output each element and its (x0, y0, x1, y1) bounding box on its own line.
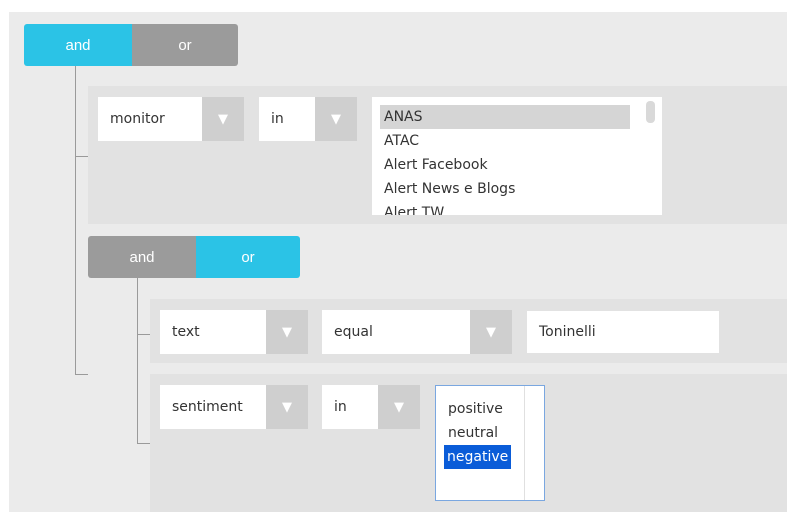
operator-select-in[interactable]: in ▼ (322, 385, 420, 429)
caret-down-icon: ▼ (378, 385, 420, 429)
list-option[interactable]: Alert Facebook (372, 153, 662, 177)
value-input[interactable]: Toninelli (527, 311, 719, 353)
operator-select-in[interactable]: in ▼ (259, 97, 357, 141)
operator-select-equal[interactable]: equal ▼ (322, 310, 512, 354)
tree-connector (75, 374, 88, 375)
list-option[interactable]: positive (436, 397, 544, 421)
list-option[interactable]: Alert News e Blogs (372, 177, 662, 201)
caret-down-icon: ▼ (266, 385, 308, 429)
field-select-sentiment[interactable]: sentiment ▼ (160, 385, 308, 429)
root-tree-line (75, 66, 76, 375)
nested-condition-toggle: and or (88, 236, 300, 278)
field-select-text[interactable]: text ▼ (160, 310, 308, 354)
list-option[interactable]: Alert TW (372, 201, 662, 215)
operator-value: in (334, 399, 347, 415)
caret-down-icon: ▼ (202, 97, 244, 141)
nested-and-button[interactable]: and (88, 236, 196, 278)
caret-down-icon: ▼ (315, 97, 357, 141)
tree-connector (75, 156, 88, 157)
field-select-monitor[interactable]: monitor ▼ (98, 97, 244, 141)
tree-connector (137, 334, 150, 335)
root-or-button[interactable]: or (132, 24, 238, 66)
query-builder: and or monitor ▼ in ▼ ANAS ATAC Alert Fa… (0, 0, 787, 518)
field-value: sentiment (172, 399, 243, 415)
root-condition-toggle: and or (24, 24, 238, 66)
caret-down-icon: ▼ (470, 310, 512, 354)
operator-value: equal (334, 324, 373, 340)
field-value: monitor (110, 111, 165, 127)
nested-or-button[interactable]: or (196, 236, 300, 278)
list-option[interactable]: neutral (436, 421, 544, 445)
root-and-button[interactable]: and (24, 24, 132, 66)
list-option-selected[interactable]: negative (444, 445, 512, 469)
listbox-scrollbar-thumb[interactable] (646, 101, 655, 123)
tree-connector (137, 443, 150, 444)
listbox-scrollbar-track (524, 386, 525, 500)
field-value: text (172, 324, 200, 340)
monitor-listbox[interactable]: ANAS ATAC Alert Facebook Alert News e Bl… (372, 97, 662, 215)
caret-down-icon: ▼ (266, 310, 308, 354)
list-option[interactable]: ATAC (372, 129, 662, 153)
operator-value: in (271, 111, 284, 127)
sentiment-listbox[interactable]: positive neutral negative (435, 385, 545, 501)
nested-tree-line (137, 278, 138, 444)
list-option[interactable]: ANAS (380, 105, 630, 129)
